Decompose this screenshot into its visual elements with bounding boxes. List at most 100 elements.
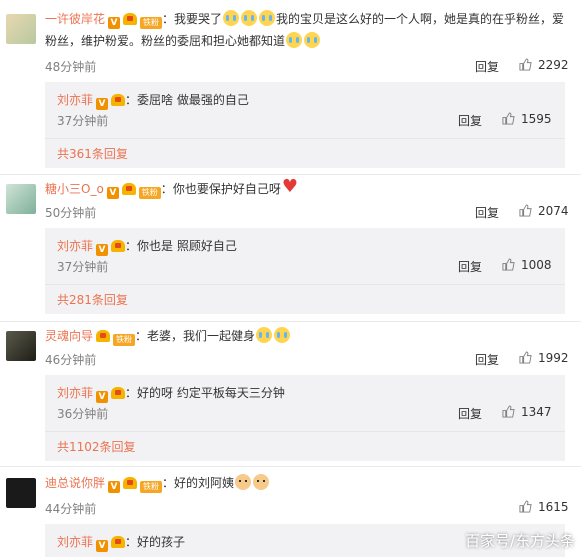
reply-username-link[interactable]: 刘亦菲: [57, 93, 93, 107]
comment-item: 糖小三O_oV铁粉：你也要保护好自己呀 50分钟前 回复 2074 刘亦菲V：你…: [0, 176, 581, 314]
verified-v-icon: V: [96, 540, 109, 552]
reply-like-button[interactable]: 1347: [502, 405, 552, 419]
reply-reply-button[interactable]: 回复: [458, 112, 482, 129]
reply-time: 37分钟前: [57, 114, 109, 128]
like-button[interactable]: 1992: [519, 351, 569, 365]
comment-text-row: 迪总说你胖 V 铁粉 ：好的刘阿姨: [45, 472, 567, 494]
crying-emoji: [259, 10, 276, 26]
crying-emoji: [256, 327, 273, 343]
username-link[interactable]: 糖小三O_o: [45, 182, 104, 196]
reply-reply-button[interactable]: 回复: [458, 258, 482, 275]
divider: [45, 431, 565, 432]
watermark: 百家号/东方头条: [464, 532, 575, 550]
verified-v-icon: V: [96, 98, 109, 110]
reply-text: 好的孩子: [137, 535, 186, 549]
comment-text: 好的刘阿姨: [174, 476, 235, 490]
comment-text-row: 一许彼岸花 V 铁粉 ：我要哭了 我的宝贝是这么好的一个人啊，她是真的在乎粉丝，爱粉丝，…: [45, 10, 565, 48]
reply-button[interactable]: 回复: [475, 351, 499, 368]
reply-button[interactable]: 回复: [475, 204, 499, 221]
comment-text: 老婆，我们一起健身: [147, 329, 256, 343]
like-button[interactable]: 2074: [519, 204, 569, 218]
reply-text-row: 刘亦菲 V ：好的呀 约定平板每天三分钟: [57, 386, 285, 403]
reply-text: 你也是 照顾好自己: [137, 239, 237, 253]
like-icon: [502, 258, 515, 271]
crown-icon: [121, 183, 136, 195]
fan-badge: 铁粉: [138, 187, 161, 199]
reply-time: 37分钟前: [57, 260, 109, 274]
reply-reply-button[interactable]: 回复: [458, 405, 482, 422]
divider: [0, 321, 581, 322]
reply-box: 刘亦菲 V ：好的呀 约定平板每天三分钟 36分钟前 回复 1347 共1102条回…: [45, 375, 565, 461]
comment-item: 一许彼岸花 V 铁粉 ：我要哭了 我的宝贝是这么好的一个人啊，她是真的在乎粉丝，爱粉丝，…: [0, 8, 581, 168]
reply-username-link[interactable]: 刘亦菲: [57, 239, 93, 253]
reply-text-row: 刘亦菲 V ：你也是 照顾好自己: [57, 239, 237, 256]
crown-icon: [96, 330, 111, 342]
crown-icon: [123, 477, 138, 489]
more-replies-link[interactable]: 共361条回复: [57, 145, 128, 162]
reply-text-row: 刘亦菲 V ：好的孩子: [57, 535, 186, 552]
reply-box: 刘亦菲 V ：你也是 照顾好自己 37分钟前 回复 1008 共281条回复: [45, 228, 565, 314]
like-button[interactable]: 2292: [519, 58, 569, 72]
comment-text: 我要哭了: [174, 12, 223, 26]
comment-text: 你也要保护好自己呀: [172, 182, 281, 196]
verified-v-icon: V: [108, 17, 121, 29]
crown-icon: [111, 387, 126, 399]
comment-item: 灵魂向导 铁粉 ：老婆，我们一起健身 46分钟前 回复 1992 刘亦菲 V ：好的呀 …: [0, 325, 581, 461]
divider: [0, 466, 581, 467]
like-icon: [519, 500, 532, 513]
like-icon: [519, 204, 532, 217]
like-icon: [519, 58, 532, 71]
verified-v-icon: V: [96, 244, 109, 256]
reply-text-row: 刘亦菲 V ：委屈啥 做最强的自己: [57, 93, 249, 110]
cat-emoji: [253, 474, 270, 490]
like-count: 1008: [521, 258, 552, 272]
fan-badge: 铁粉: [113, 334, 136, 346]
like-count: 1595: [521, 112, 552, 126]
divider: [45, 138, 565, 139]
comment-time: 48分钟前: [45, 60, 97, 74]
reply-username-link[interactable]: 刘亦菲: [57, 386, 93, 400]
reply-button[interactable]: 回复: [475, 58, 499, 75]
username-link[interactable]: 迪总说你胖: [45, 476, 105, 490]
crown-icon: [111, 536, 126, 548]
like-icon: [502, 405, 515, 418]
crying-emoji: [304, 32, 321, 48]
username-link[interactable]: 一许彼岸花: [45, 12, 105, 26]
like-icon: [519, 351, 532, 364]
more-replies-link[interactable]: 共281条回复: [57, 291, 128, 308]
crying-emoji: [223, 10, 240, 26]
crown-icon: [111, 94, 126, 106]
crown-icon: [111, 240, 126, 252]
avatar[interactable]: [6, 331, 36, 361]
username-link[interactable]: 灵魂向导: [45, 329, 93, 343]
avatar[interactable]: [6, 184, 36, 214]
comment-text-row: 灵魂向导 铁粉 ：老婆，我们一起健身: [45, 325, 567, 347]
reply-text: 委屈啥 做最强的自己: [137, 93, 249, 107]
like-count: 2292: [538, 58, 569, 72]
reply-username-link[interactable]: 刘亦菲: [57, 535, 93, 549]
like-icon: [502, 112, 515, 125]
like-count: 1615: [538, 500, 569, 514]
comment-text-row: 糖小三O_o V 铁粉 ：你也要保护好自己呀: [45, 176, 567, 200]
avatar[interactable]: [6, 14, 36, 44]
verified-v-icon: V: [96, 391, 109, 403]
like-button[interactable]: 1615: [519, 500, 569, 514]
like-count: 1992: [538, 351, 569, 365]
divider: [0, 174, 581, 175]
reply-like-button[interactable]: 1595: [502, 112, 552, 126]
avatar[interactable]: [6, 478, 36, 508]
crying-emoji: [274, 327, 291, 343]
more-replies-link[interactable]: 共1102条回复: [57, 438, 136, 455]
comment-time: 50分钟前: [45, 206, 97, 220]
heart-emoji: [282, 176, 298, 198]
comment-time: 44分钟前: [45, 502, 97, 516]
reply-time: 36分钟前: [57, 407, 109, 421]
crying-emoji: [286, 32, 303, 48]
reply-text: 好的呀 约定平板每天三分钟: [137, 386, 285, 400]
reply-like-button[interactable]: 1008: [502, 258, 552, 272]
fan-badge: 铁粉: [140, 17, 163, 29]
cat-emoji: [235, 474, 252, 490]
like-count: 1347: [521, 405, 552, 419]
comment-time: 46分钟前: [45, 353, 97, 367]
divider: [45, 284, 565, 285]
